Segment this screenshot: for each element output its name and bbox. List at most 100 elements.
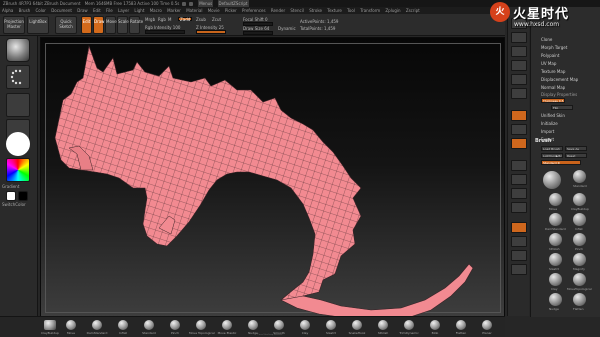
color-picker[interactable] bbox=[6, 158, 30, 182]
menu-layer[interactable]: Layer bbox=[118, 7, 129, 14]
shelf-brush-8[interactable] bbox=[248, 320, 258, 330]
rgb-intensity-slider[interactable] bbox=[145, 30, 185, 34]
tool-normal-map[interactable]: Normal Map bbox=[541, 85, 565, 90]
tool-unified-skin[interactable]: Unified Skin bbox=[541, 113, 565, 118]
titlebar-icon-a[interactable] bbox=[181, 2, 186, 6]
projection-master-button[interactable]: Projection Master bbox=[3, 16, 25, 34]
quick-sketch-button[interactable]: Quick Sketch bbox=[55, 16, 77, 34]
brush-hpolish[interactable] bbox=[549, 233, 562, 246]
document-canvas[interactable] bbox=[40, 37, 505, 319]
tool-morph-target[interactable]: Morph Target bbox=[541, 45, 567, 50]
menu-picker[interactable]: Picker bbox=[225, 7, 237, 14]
polyf-icon[interactable] bbox=[511, 222, 527, 233]
lsym-icon[interactable] bbox=[511, 160, 527, 171]
draw-button[interactable]: Draw bbox=[93, 16, 104, 34]
main-color-swatch[interactable] bbox=[6, 191, 16, 201]
xyz-icon[interactable] bbox=[511, 174, 527, 185]
transp-icon[interactable] bbox=[511, 236, 527, 247]
menu-transform[interactable]: Transform bbox=[360, 7, 380, 14]
tool-display-properties[interactable]: Display Properties bbox=[541, 92, 577, 97]
shelf-brush-4[interactable] bbox=[144, 320, 154, 330]
tool-import[interactable]: Import bbox=[541, 129, 554, 134]
menu-movie[interactable]: Movie bbox=[208, 7, 220, 14]
gradient-label[interactable]: Gradient bbox=[2, 184, 19, 189]
frame-icon[interactable] bbox=[511, 188, 527, 199]
shelf-brush-10[interactable] bbox=[300, 320, 310, 330]
shelf-brush-0[interactable] bbox=[44, 320, 56, 330]
tool-uv-map[interactable]: UV Map bbox=[541, 61, 556, 66]
shelf-brush-17[interactable] bbox=[482, 320, 492, 330]
titlebar-icon-b[interactable] bbox=[188, 2, 193, 6]
zoom-icon[interactable] bbox=[511, 60, 527, 71]
zcut-toggle[interactable]: Zcut bbox=[212, 17, 221, 22]
material-sphere[interactable] bbox=[6, 132, 30, 156]
shelf-brush-7[interactable] bbox=[222, 320, 232, 330]
shelf-brush-16[interactable] bbox=[456, 320, 466, 330]
brush-flatten[interactable] bbox=[573, 293, 586, 306]
stroke-selector[interactable] bbox=[6, 65, 30, 89]
local-icon[interactable] bbox=[511, 138, 527, 149]
shelf-brush-9[interactable] bbox=[274, 320, 284, 330]
xpose-icon[interactable] bbox=[511, 264, 527, 275]
brush-movetopological[interactable] bbox=[573, 273, 586, 286]
menu-render[interactable]: Render bbox=[271, 7, 285, 14]
rotate-button[interactable]: Rotate bbox=[129, 16, 143, 34]
menu-preferences[interactable]: Preferences bbox=[242, 7, 266, 14]
menu-tool[interactable]: Tool bbox=[347, 7, 355, 14]
brush-magnify[interactable] bbox=[573, 253, 586, 266]
dynamic-toggle[interactable]: Dynamic bbox=[278, 26, 296, 31]
switch-color-label[interactable]: SwitchColor bbox=[2, 202, 26, 207]
tool-texture-map[interactable]: Texture Map bbox=[541, 69, 565, 74]
current-brush-field[interactable]: Standard R bbox=[541, 160, 581, 165]
menu-zscript[interactable]: Zscript bbox=[406, 7, 420, 14]
menu-marker[interactable]: Marker bbox=[167, 7, 181, 14]
secondary-color-swatch[interactable] bbox=[18, 191, 28, 201]
menu-document[interactable]: Document bbox=[51, 7, 72, 14]
tool-polypaint[interactable]: Polypaint bbox=[541, 53, 559, 58]
menu-zplugin[interactable]: Zplugin bbox=[385, 7, 400, 14]
actual-icon[interactable] bbox=[511, 74, 527, 85]
menu-draw[interactable]: Draw bbox=[77, 7, 87, 14]
z-intensity-slider[interactable] bbox=[196, 30, 226, 34]
menu-color[interactable]: Color bbox=[35, 7, 45, 14]
spix-icon[interactable] bbox=[511, 32, 527, 43]
menu-material[interactable]: Material bbox=[186, 7, 202, 14]
m-toggle[interactable]: M bbox=[168, 17, 171, 22]
alpha-selector[interactable] bbox=[6, 93, 30, 117]
brush-claybuildup[interactable] bbox=[573, 193, 586, 206]
brush-damstandard[interactable] bbox=[549, 213, 562, 226]
shelf-brush-11[interactable] bbox=[326, 320, 336, 330]
brush-standard[interactable] bbox=[573, 170, 586, 183]
lightbox-button[interactable]: LightBox bbox=[27, 16, 49, 34]
save-brush-button[interactable]: Save As bbox=[565, 146, 587, 151]
shelf-brush-14[interactable] bbox=[404, 320, 414, 330]
lightbox-brushes-button[interactable]: Lightbox▶Brushes bbox=[541, 153, 563, 158]
display-flip-toggle[interactable]: Flip bbox=[551, 105, 573, 110]
menu-light[interactable]: Light bbox=[134, 7, 144, 14]
shelf-brush-13[interactable] bbox=[378, 320, 388, 330]
default-zscript-button[interactable]: DefaultZScript bbox=[217, 0, 249, 7]
rgb-toggle[interactable]: Rgb bbox=[158, 17, 166, 22]
dragon-sculpt-model[interactable] bbox=[41, 38, 505, 319]
mrgb-toggle[interactable]: Mrgb bbox=[145, 17, 155, 22]
shelf-brush-2[interactable] bbox=[92, 320, 102, 330]
brush-nudge[interactable] bbox=[549, 293, 562, 306]
menu-alpha[interactable]: Alpha bbox=[2, 7, 13, 14]
zadd-toggle[interactable]: Zadd bbox=[178, 17, 192, 22]
aahalf-icon[interactable] bbox=[511, 88, 527, 99]
persp-icon[interactable] bbox=[511, 110, 527, 121]
tool-initialize[interactable]: Initialize bbox=[541, 121, 558, 126]
move-button[interactable]: Move bbox=[105, 16, 117, 34]
scale-button[interactable]: Scale bbox=[117, 16, 129, 34]
menu-macro[interactable]: Macro bbox=[150, 7, 162, 14]
menu-stroke[interactable]: Stroke bbox=[309, 7, 322, 14]
floor-icon[interactable] bbox=[511, 124, 527, 135]
move-view-icon[interactable] bbox=[511, 202, 527, 213]
brush-selector[interactable] bbox=[6, 38, 30, 62]
display-thickness-field[interactable]: Thickness 0.5 bbox=[541, 98, 565, 103]
shelf-brush-15[interactable] bbox=[430, 320, 440, 330]
shelf-brush-5[interactable] bbox=[170, 320, 180, 330]
zsub-toggle[interactable]: Zsub bbox=[196, 17, 206, 22]
brush-move[interactable] bbox=[549, 193, 562, 206]
solo-icon[interactable] bbox=[511, 250, 527, 261]
